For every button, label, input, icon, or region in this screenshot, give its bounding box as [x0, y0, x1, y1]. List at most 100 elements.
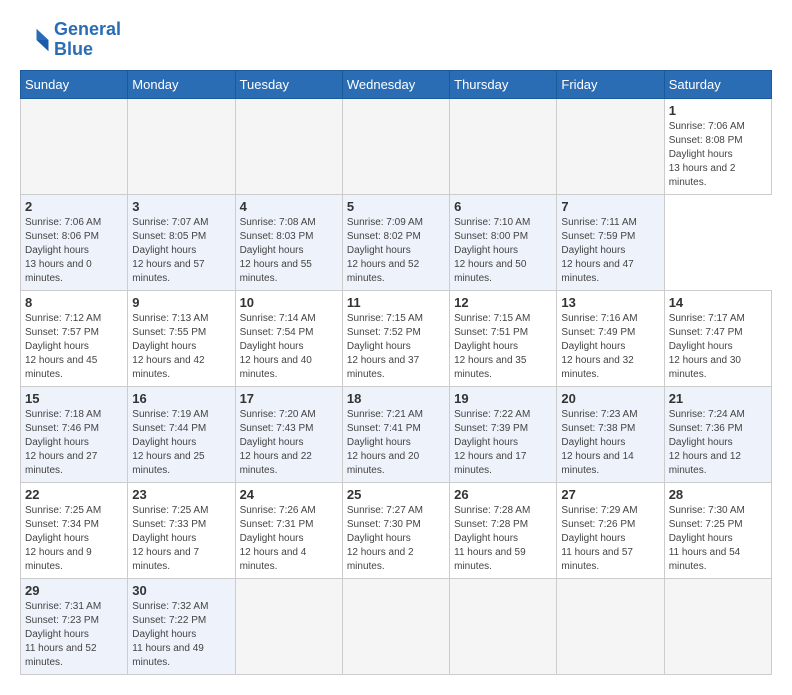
empty-cell [450, 98, 557, 194]
calendar-cell: 30 Sunrise: 7:32 AMSunset: 7:22 PMDaylig… [128, 578, 235, 674]
empty-cell [342, 98, 449, 194]
day-info: Sunrise: 7:06 AMSunset: 8:06 PMDaylight … [25, 216, 123, 286]
day-info: Sunrise: 7:25 AMSunset: 7:33 PMDaylight … [132, 504, 230, 574]
calendar-cell: 26 Sunrise: 7:28 AMSunset: 7:28 PMDaylig… [450, 482, 557, 578]
calendar-week-row: 15 Sunrise: 7:18 AMSunset: 7:46 PMDaylig… [21, 386, 772, 482]
calendar-cell: 7 Sunrise: 7:11 AMSunset: 7:59 PMDayligh… [557, 194, 664, 290]
day-info: Sunrise: 7:08 AMSunset: 8:03 PMDaylight … [240, 216, 338, 286]
day-number: 5 [347, 199, 445, 214]
day-number: 17 [240, 391, 338, 406]
day-info: Sunrise: 7:16 AMSunset: 7:49 PMDaylight … [561, 312, 659, 382]
day-number: 23 [132, 487, 230, 502]
day-number: 28 [669, 487, 767, 502]
day-info: Sunrise: 7:23 AMSunset: 7:38 PMDaylight … [561, 408, 659, 478]
day-info: Sunrise: 7:20 AMSunset: 7:43 PMDaylight … [240, 408, 338, 478]
day-number: 1 [669, 103, 767, 118]
empty-cell [342, 578, 449, 674]
day-info: Sunrise: 7:22 AMSunset: 7:39 PMDaylight … [454, 408, 552, 478]
day-number: 11 [347, 295, 445, 310]
header-cell-sunday: Sunday [21, 70, 128, 98]
day-number: 12 [454, 295, 552, 310]
day-number: 7 [561, 199, 659, 214]
calendar-cell: 28 Sunrise: 7:30 AMSunset: 7:25 PMDaylig… [664, 482, 771, 578]
empty-cell [557, 578, 664, 674]
day-number: 6 [454, 199, 552, 214]
day-number: 9 [132, 295, 230, 310]
day-number: 16 [132, 391, 230, 406]
day-info: Sunrise: 7:27 AMSunset: 7:30 PMDaylight … [347, 504, 445, 574]
header-cell-saturday: Saturday [664, 70, 771, 98]
calendar-cell: 10 Sunrise: 7:14 AMSunset: 7:54 PMDaylig… [235, 290, 342, 386]
day-number: 19 [454, 391, 552, 406]
header-cell-tuesday: Tuesday [235, 70, 342, 98]
calendar-cell: 13 Sunrise: 7:16 AMSunset: 7:49 PMDaylig… [557, 290, 664, 386]
calendar-cell: 14 Sunrise: 7:17 AMSunset: 7:47 PMDaylig… [664, 290, 771, 386]
day-number: 15 [25, 391, 123, 406]
empty-cell [235, 578, 342, 674]
calendar-cell: 15 Sunrise: 7:18 AMSunset: 7:46 PMDaylig… [21, 386, 128, 482]
page-header: General Blue [20, 20, 772, 60]
empty-cell [664, 578, 771, 674]
day-info: Sunrise: 7:06 AMSunset: 8:08 PMDaylight … [669, 120, 767, 190]
calendar-cell: 16 Sunrise: 7:19 AMSunset: 7:44 PMDaylig… [128, 386, 235, 482]
calendar-cell: 4 Sunrise: 7:08 AMSunset: 8:03 PMDayligh… [235, 194, 342, 290]
day-number: 29 [25, 583, 123, 598]
day-info: Sunrise: 7:07 AMSunset: 8:05 PMDaylight … [132, 216, 230, 286]
day-number: 21 [669, 391, 767, 406]
empty-cell [235, 98, 342, 194]
calendar-table: SundayMondayTuesdayWednesdayThursdayFrid… [20, 70, 772, 675]
day-number: 30 [132, 583, 230, 598]
day-number: 20 [561, 391, 659, 406]
calendar-cell: 1 Sunrise: 7:06 AMSunset: 8:08 PMDayligh… [664, 98, 771, 194]
day-info: Sunrise: 7:15 AMSunset: 7:51 PMDaylight … [454, 312, 552, 382]
calendar-cell: 29 Sunrise: 7:31 AMSunset: 7:23 PMDaylig… [21, 578, 128, 674]
calendar-cell: 8 Sunrise: 7:12 AMSunset: 7:57 PMDayligh… [21, 290, 128, 386]
calendar-cell: 17 Sunrise: 7:20 AMSunset: 7:43 PMDaylig… [235, 386, 342, 482]
calendar-cell: 21 Sunrise: 7:24 AMSunset: 7:36 PMDaylig… [664, 386, 771, 482]
calendar-cell: 3 Sunrise: 7:07 AMSunset: 8:05 PMDayligh… [128, 194, 235, 290]
empty-cell [450, 578, 557, 674]
logo: General Blue [20, 20, 121, 60]
logo-icon [20, 25, 50, 55]
calendar-cell: 27 Sunrise: 7:29 AMSunset: 7:26 PMDaylig… [557, 482, 664, 578]
day-info: Sunrise: 7:13 AMSunset: 7:55 PMDaylight … [132, 312, 230, 382]
header-cell-thursday: Thursday [450, 70, 557, 98]
day-number: 27 [561, 487, 659, 502]
header-row: SundayMondayTuesdayWednesdayThursdayFrid… [21, 70, 772, 98]
calendar-cell: 5 Sunrise: 7:09 AMSunset: 8:02 PMDayligh… [342, 194, 449, 290]
day-info: Sunrise: 7:10 AMSunset: 8:00 PMDaylight … [454, 216, 552, 286]
calendar-week-row: 8 Sunrise: 7:12 AMSunset: 7:57 PMDayligh… [21, 290, 772, 386]
header-cell-wednesday: Wednesday [342, 70, 449, 98]
calendar-cell: 25 Sunrise: 7:27 AMSunset: 7:30 PMDaylig… [342, 482, 449, 578]
day-number: 4 [240, 199, 338, 214]
calendar-cell: 20 Sunrise: 7:23 AMSunset: 7:38 PMDaylig… [557, 386, 664, 482]
day-number: 2 [25, 199, 123, 214]
day-number: 14 [669, 295, 767, 310]
empty-cell [21, 98, 128, 194]
day-info: Sunrise: 7:25 AMSunset: 7:34 PMDaylight … [25, 504, 123, 574]
day-number: 13 [561, 295, 659, 310]
header-cell-friday: Friday [557, 70, 664, 98]
calendar-cell: 22 Sunrise: 7:25 AMSunset: 7:34 PMDaylig… [21, 482, 128, 578]
header-cell-monday: Monday [128, 70, 235, 98]
day-number: 10 [240, 295, 338, 310]
calendar-cell: 11 Sunrise: 7:15 AMSunset: 7:52 PMDaylig… [342, 290, 449, 386]
day-info: Sunrise: 7:26 AMSunset: 7:31 PMDaylight … [240, 504, 338, 574]
day-number: 22 [25, 487, 123, 502]
day-number: 26 [454, 487, 552, 502]
day-info: Sunrise: 7:18 AMSunset: 7:46 PMDaylight … [25, 408, 123, 478]
day-info: Sunrise: 7:28 AMSunset: 7:28 PMDaylight … [454, 504, 552, 574]
calendar-cell: 18 Sunrise: 7:21 AMSunset: 7:41 PMDaylig… [342, 386, 449, 482]
calendar-cell: 12 Sunrise: 7:15 AMSunset: 7:51 PMDaylig… [450, 290, 557, 386]
calendar-cell: 6 Sunrise: 7:10 AMSunset: 8:00 PMDayligh… [450, 194, 557, 290]
day-info: Sunrise: 7:31 AMSunset: 7:23 PMDaylight … [25, 600, 123, 670]
day-info: Sunrise: 7:32 AMSunset: 7:22 PMDaylight … [132, 600, 230, 670]
day-info: Sunrise: 7:24 AMSunset: 7:36 PMDaylight … [669, 408, 767, 478]
day-info: Sunrise: 7:17 AMSunset: 7:47 PMDaylight … [669, 312, 767, 382]
calendar-cell: 2 Sunrise: 7:06 AMSunset: 8:06 PMDayligh… [21, 194, 128, 290]
day-info: Sunrise: 7:15 AMSunset: 7:52 PMDaylight … [347, 312, 445, 382]
day-info: Sunrise: 7:29 AMSunset: 7:26 PMDaylight … [561, 504, 659, 574]
day-info: Sunrise: 7:09 AMSunset: 8:02 PMDaylight … [347, 216, 445, 286]
day-number: 24 [240, 487, 338, 502]
logo-text: General Blue [54, 20, 121, 60]
